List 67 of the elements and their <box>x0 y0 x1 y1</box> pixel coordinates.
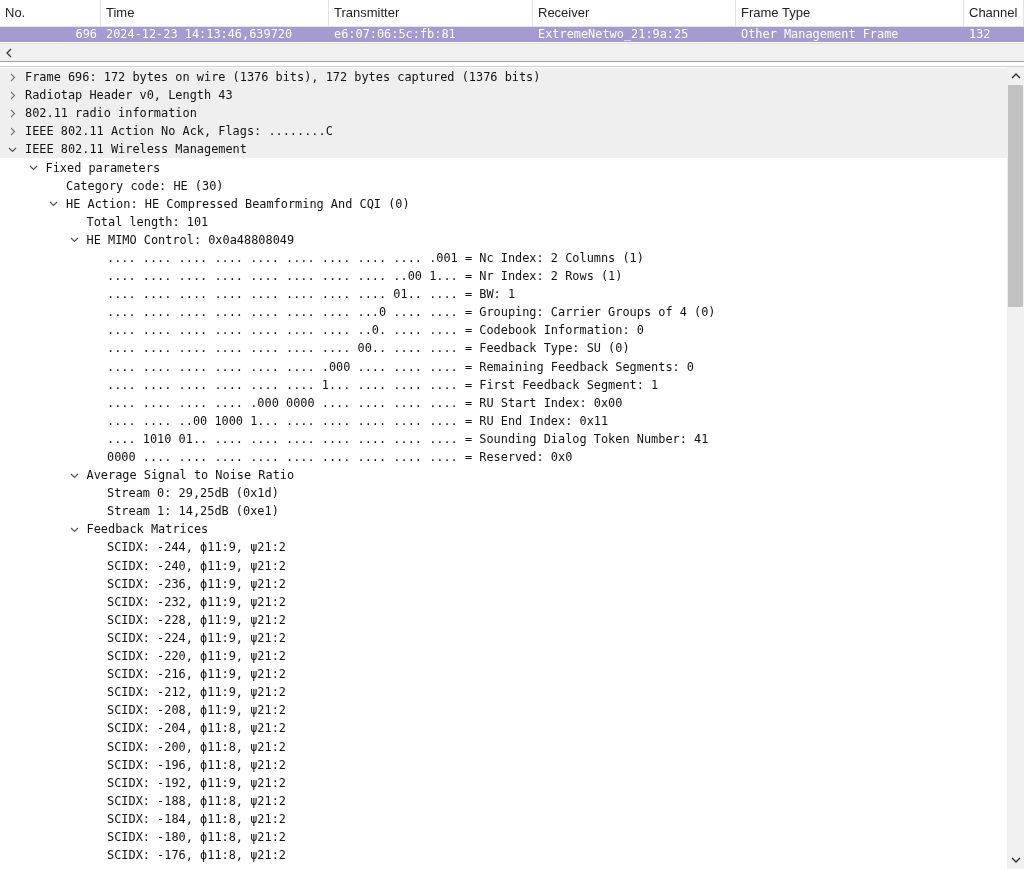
scroll-left-icon[interactable] <box>5 47 13 58</box>
tree-item[interactable]: .... .... .... .... .... .... .... .... ..00 1... = Nr Index: 2 Rows (1) <box>107 269 623 284</box>
table-cell: 696 <box>75 27 97 42</box>
tree-item[interactable]: Radiotap Header v0, Length 43 <box>25 88 233 103</box>
column-header[interactable]: Receiver <box>533 0 736 26</box>
tree-item[interactable]: .... .... .... .... .000 0000 .... .... .... .... = RU Start Index: 0x00 <box>107 395 623 410</box>
tree-item[interactable]: Average Signal to Noise Ratio <box>86 468 295 483</box>
tree-item[interactable]: .... 1010 01.. .... .... .... .... .... .... .... = Sounding Dialog Token Number: 41 <box>107 431 709 446</box>
tree-item[interactable]: SCIDX: -244, ϕ11:9, ψ21:2 <box>107 540 286 555</box>
tree-item[interactable]: .... .... .... .... .... .... .... ...0 .... .... = Grouping: Carrier Groups of 4 (0) <box>107 305 716 320</box>
tree-item[interactable]: SCIDX: -228, ϕ11:9, ψ21:2 <box>107 612 286 627</box>
tree-item[interactable]: SCIDX: -188, ϕ11:8, ψ21:2 <box>107 793 286 808</box>
chevron-down-icon[interactable] <box>49 199 58 209</box>
tree-item[interactable]: SCIDX: -192, ϕ11:9, ψ21:2 <box>107 775 286 790</box>
tree-item[interactable]: Total length: 101 <box>86 214 209 229</box>
tree-item[interactable]: HE MIMO Control: 0x0a48808049 <box>86 232 295 247</box>
tree-item[interactable]: .... .... .... .... .... .... 1... .... .... .... = First Feedback Segment: 1 <box>107 377 659 392</box>
tree-item[interactable]: SCIDX: -176, ϕ11:8, ψ21:2 <box>107 848 286 863</box>
tree-item[interactable]: Fixed parameters <box>45 160 161 175</box>
tree-item[interactable]: .... .... .... .... .... .... .... .... 01.. .... = BW: 1 <box>107 287 516 302</box>
chevron-down-icon[interactable] <box>69 235 79 245</box>
tree-item[interactable]: SCIDX: -240, ϕ11:9, ψ21:2 <box>107 558 286 573</box>
chevron-right-icon[interactable] <box>8 108 17 118</box>
tree-item[interactable]: SCIDX: -232, ϕ11:9, ψ21:2 <box>107 594 286 609</box>
chevron-right-icon[interactable] <box>8 90 17 100</box>
column-header[interactable]: Time <box>101 0 329 26</box>
column-header[interactable]: Frame Type <box>736 0 964 26</box>
tree-item[interactable]: Category code: HE (30) <box>66 178 224 193</box>
tree-item[interactable]: SCIDX: -236, ϕ11:9, ψ21:2 <box>107 576 286 591</box>
horizontal-scrollbar[interactable] <box>0 43 1024 61</box>
table-cell: 2024-12-23 14:13:46,639720 <box>106 27 293 42</box>
tree-item[interactable]: SCIDX: -184, ϕ11:8, ψ21:2 <box>107 811 286 826</box>
tree-item[interactable]: SCIDX: -224, ϕ11:9, ψ21:2 <box>107 630 286 645</box>
chevron-right-icon[interactable] <box>8 126 17 136</box>
column-header[interactable]: No. <box>0 0 101 26</box>
tree-item[interactable]: SCIDX: -220, ϕ11:9, ψ21:2 <box>107 649 286 664</box>
tree-item[interactable]: HE Action: HE Compressed Beamforming And CQI (0) <box>66 196 410 211</box>
tree-item[interactable]: SCIDX: -216, ϕ11:9, ψ21:2 <box>107 667 286 682</box>
tree-item[interactable]: SCIDX: -180, ϕ11:8, ψ21:2 <box>107 830 286 844</box>
tree-item[interactable]: SCIDX: -204, ϕ11:8, ψ21:2 <box>107 721 286 736</box>
tree-item[interactable]: IEEE 802.11 Wireless Management <box>25 142 247 157</box>
tree-item[interactable]: .... .... .... .... .... .... .... ..0. .... .... = Codebook Information: 0 <box>107 323 644 338</box>
table-cell: e6:07:06:5c:fb:81 <box>334 27 456 42</box>
column-header[interactable]: Transmitter <box>329 0 533 26</box>
chevron-down-icon[interactable] <box>28 163 38 172</box>
tree-item[interactable]: SCIDX: -212, ϕ11:9, ψ21:2 <box>107 685 286 700</box>
chevron-right-icon[interactable] <box>8 72 17 82</box>
tree-item[interactable]: 0000 .... .... .... .... .... .... .... .... .... = Reserved: 0x0 <box>107 450 573 464</box>
tree-item[interactable]: Stream 0: 29,25dB (0x1d) <box>107 486 279 501</box>
tree-item[interactable]: SCIDX: -196, ϕ11:8, ψ21:2 <box>107 757 286 772</box>
tree-item[interactable]: .... .... .... .... .... .... .000 .... .... .... = Remaining Feedback Segments: 0 <box>107 359 695 374</box>
vertical-scrollbar[interactable] <box>1007 67 1024 869</box>
scrollbar-thumb[interactable] <box>1008 85 1023 307</box>
scroll-down-icon[interactable] <box>1010 856 1021 864</box>
tree-item[interactable]: .... .... .... .... .... .... .... .... .... .001 = Nc Index: 2 Columns (1) <box>107 251 644 265</box>
tree-item[interactable]: SCIDX: -200, ϕ11:8, ψ21:2 <box>107 739 286 754</box>
scroll-up-icon[interactable] <box>1010 72 1021 80</box>
tree-item[interactable]: 802.11 radio information <box>25 106 197 121</box>
tree-item[interactable]: .... .... ..00 1000 1... .... .... .... .... .... = RU End Index: 0x11 <box>107 413 609 428</box>
tree-item[interactable]: Stream 1: 14,25dB (0xe1) <box>107 504 279 519</box>
table-cell: ExtremeNetwo_21:9a:25 <box>538 27 689 42</box>
tree-item[interactable]: .... .... .... .... .... .... .... 00.. .... .... = Feedback Type: SU (0) <box>107 341 630 356</box>
column-header[interactable]: Channel <box>964 0 1024 26</box>
tree-item[interactable]: Feedback Matrices <box>86 522 209 537</box>
table-cell: 132 <box>969 27 991 42</box>
tree-item[interactable]: SCIDX: -208, ϕ11:9, ψ21:2 <box>107 703 286 718</box>
table-cell: Other Management Frame <box>741 27 899 42</box>
